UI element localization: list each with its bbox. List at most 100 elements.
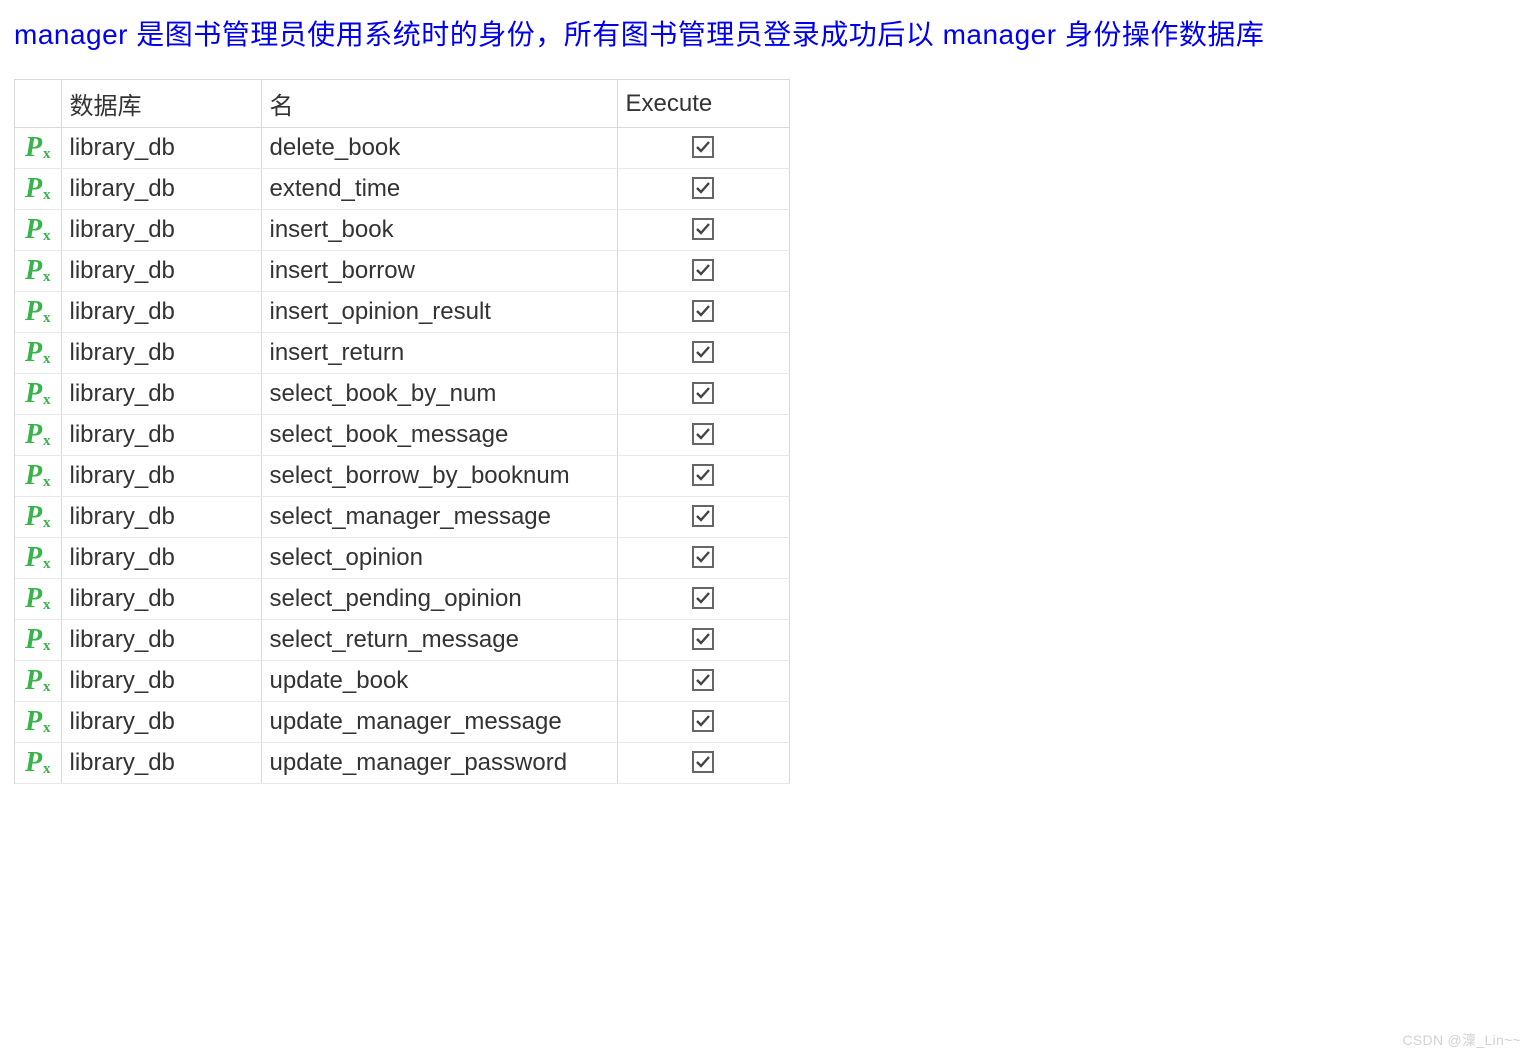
procedure-icon: Px (25, 257, 51, 285)
table-row[interactable]: Pxlibrary_dbselect_book_by_num (15, 374, 789, 415)
database-cell: library_db (61, 538, 261, 579)
procedure-icon-cell: Px (15, 333, 61, 374)
table-row[interactable]: Px library_dbupdate_book (15, 661, 789, 702)
execute-cell (617, 620, 789, 661)
execute-cell (617, 128, 789, 169)
procedure-icon-cell: Px (15, 579, 61, 620)
procedure-icon: Px (25, 667, 51, 695)
name-cell: select_book_message (261, 415, 617, 456)
table-row[interactable]: Pxlibrary_dbinsert_return (15, 333, 789, 374)
procedure-icon: Px (25, 462, 51, 490)
name-cell: extend_time (261, 169, 617, 210)
procedure-icon-cell: Px (15, 415, 61, 456)
execute-checkbox[interactable] (692, 710, 714, 732)
header-name[interactable]: 名 (261, 80, 617, 128)
name-cell: select_book_by_num (261, 374, 617, 415)
procedure-icon-cell: Px (15, 456, 61, 497)
execute-checkbox[interactable] (692, 587, 714, 609)
execute-checkbox[interactable] (692, 341, 714, 363)
procedure-icon-cell: Px (15, 128, 61, 169)
name-cell: insert_opinion_result (261, 292, 617, 333)
procedure-icon-cell: Px (15, 169, 61, 210)
execute-cell (617, 251, 789, 292)
table-row[interactable]: Pxlibrary_dbupdate_manager_message (15, 702, 789, 743)
name-cell: update_manager_message (261, 702, 617, 743)
name-cell: insert_return (261, 333, 617, 374)
procedure-icon-cell: Px (15, 661, 61, 702)
procedure-icon-cell: Px (15, 702, 61, 743)
table-row[interactable]: Pxlibrary_dbdelete_book (15, 128, 789, 169)
execute-cell (617, 702, 789, 743)
table-row[interactable]: Pxlibrary_dbselect_pending_opinion (15, 579, 789, 620)
table-row[interactable]: Px library_dbselect_opinion (15, 538, 789, 579)
execute-checkbox[interactable] (692, 218, 714, 240)
execute-cell (617, 415, 789, 456)
execute-cell (617, 292, 789, 333)
database-cell: library_db (61, 743, 261, 784)
database-cell: library_db (61, 169, 261, 210)
header-execute[interactable]: Execute (617, 80, 789, 128)
header-icon (15, 80, 61, 128)
procedure-icon: Px (25, 216, 51, 244)
execute-checkbox[interactable] (692, 382, 714, 404)
database-cell: library_db (61, 415, 261, 456)
table-row[interactable]: Pxlibrary_dbinsert_opinion_result (15, 292, 789, 333)
table-row[interactable]: Px library_dbselect_return_message (15, 620, 789, 661)
database-cell: library_db (61, 374, 261, 415)
procedure-icon: Px (25, 421, 51, 449)
table-row[interactable]: Pxlibrary_dbextend_time (15, 169, 789, 210)
table-header-row: 数据库 名 Execute (15, 80, 789, 128)
procedure-icon-cell: Px (15, 374, 61, 415)
execute-cell (617, 210, 789, 251)
execute-checkbox[interactable] (692, 464, 714, 486)
execute-checkbox[interactable] (692, 136, 714, 158)
procedure-icon-cell: Px (15, 251, 61, 292)
execute-cell (617, 497, 789, 538)
execute-checkbox[interactable] (692, 669, 714, 691)
database-cell: library_db (61, 661, 261, 702)
execute-checkbox[interactable] (692, 546, 714, 568)
database-cell: library_db (61, 251, 261, 292)
execute-checkbox[interactable] (692, 628, 714, 650)
database-cell: library_db (61, 456, 261, 497)
procedure-icon-cell: Px (15, 620, 61, 661)
execute-cell (617, 538, 789, 579)
execute-cell (617, 333, 789, 374)
procedure-icon: Px (25, 708, 51, 736)
name-cell: select_borrow_by_booknum (261, 456, 617, 497)
execute-cell (617, 456, 789, 497)
execute-cell (617, 661, 789, 702)
execute-cell (617, 374, 789, 415)
table-row[interactable]: Px library_dbselect_book_message (15, 415, 789, 456)
database-cell: library_db (61, 333, 261, 374)
procedure-icon-cell: Px (15, 538, 61, 579)
procedure-icon: Px (25, 503, 51, 531)
execute-checkbox[interactable] (692, 505, 714, 527)
table-row[interactable]: Pxlibrary_dbupdate_manager_password (15, 743, 789, 784)
name-cell: insert_book (261, 210, 617, 251)
execute-cell (617, 169, 789, 210)
execute-checkbox[interactable] (692, 259, 714, 281)
procedure-icon-cell: Px (15, 210, 61, 251)
procedures-table: 数据库 名 Execute Pxlibrary_dbdelete_bookPxl… (15, 80, 790, 784)
execute-checkbox[interactable] (692, 751, 714, 773)
procedure-icon-cell: Px (15, 497, 61, 538)
name-cell: update_book (261, 661, 617, 702)
execute-checkbox[interactable] (692, 423, 714, 445)
name-cell: delete_book (261, 128, 617, 169)
table-row[interactable]: Px library_dbinsert_book (15, 210, 789, 251)
procedure-icon: Px (25, 544, 51, 572)
table-row[interactable]: Pxlibrary_dbselect_manager_message (15, 497, 789, 538)
table-row[interactable]: Px library_dbselect_borrow_by_booknum (15, 456, 789, 497)
name-cell: update_manager_password (261, 743, 617, 784)
header-database[interactable]: 数据库 (61, 80, 261, 128)
execute-checkbox[interactable] (692, 177, 714, 199)
procedure-icon: Px (25, 626, 51, 654)
name-cell: select_opinion (261, 538, 617, 579)
table-row[interactable]: Pxlibrary_dbinsert_borrow (15, 251, 789, 292)
database-cell: library_db (61, 210, 261, 251)
procedure-icon: Px (25, 298, 51, 326)
name-cell: select_return_message (261, 620, 617, 661)
execute-checkbox[interactable] (692, 300, 714, 322)
database-cell: library_db (61, 620, 261, 661)
